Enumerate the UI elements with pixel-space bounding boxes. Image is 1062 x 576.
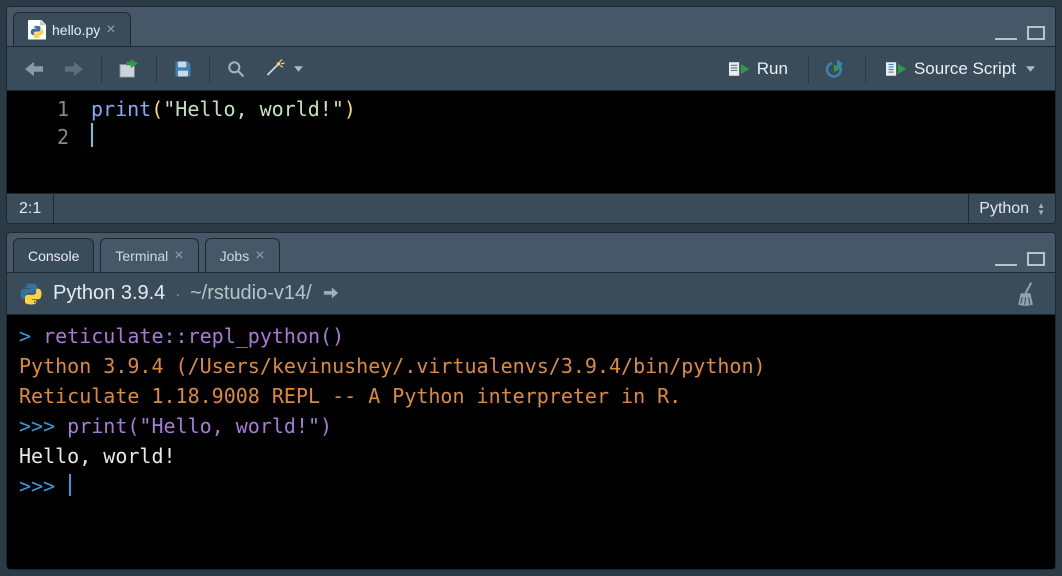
tab-terminal-label: Terminal (115, 248, 168, 264)
code-line[interactable] (91, 123, 1055, 151)
editor-tabstrip: hello.py × (7, 7, 1055, 47)
python-file-icon (28, 20, 46, 40)
close-icon[interactable]: × (255, 248, 264, 264)
tab-terminal[interactable]: Terminal × (100, 238, 198, 272)
maximize-panel-icon[interactable] (1027, 26, 1045, 40)
tab-jobs-label: Jobs (220, 248, 250, 264)
code-editor[interactable]: 12 print("Hello, world!") (7, 91, 1055, 193)
editor-statusbar: 2:1 Python ▲▼ (7, 193, 1055, 223)
console-panel: Console Terminal × Jobs × Python 3.9.4 ·… (6, 232, 1056, 570)
console-header: Python 3.9.4 · ~/rstudio-v14/ (7, 273, 1055, 315)
run-label: Run (757, 59, 788, 79)
chevron-down-icon (294, 66, 303, 72)
panel-window-controls (995, 26, 1045, 40)
code-area[interactable]: print("Hello, world!") (85, 91, 1055, 193)
source-panel: hello.py × (6, 6, 1056, 224)
clear-console-icon[interactable] (1015, 281, 1041, 310)
console-line: Hello, world! (19, 441, 1043, 471)
console-line: > reticulate::repl_python() (19, 321, 1043, 351)
console-output[interactable]: > reticulate::repl_python()Python 3.9.4 … (7, 315, 1055, 569)
code-tools-button[interactable] (258, 54, 309, 84)
chevron-down-icon (1026, 66, 1035, 72)
console-line: Reticulate 1.18.9008 REPL -- A Python in… (19, 381, 1043, 411)
close-icon[interactable]: × (174, 248, 183, 264)
minimize-panel-icon[interactable] (995, 32, 1017, 40)
language-label: Python (979, 200, 1029, 218)
console-line: >>> (19, 471, 1043, 501)
line-gutter: 12 (7, 91, 85, 193)
code-line[interactable]: print("Hello, world!") (91, 95, 1055, 123)
source-script-button[interactable]: Source Script (876, 54, 1045, 84)
tab-console[interactable]: Console (13, 238, 94, 272)
console-line: Python 3.9.4 (/Users/kevinushey/.virtual… (19, 351, 1043, 381)
separator-dot: · (175, 286, 180, 302)
source-script-label: Source Script (914, 59, 1016, 79)
popout-icon[interactable] (322, 284, 340, 303)
tab-jobs[interactable]: Jobs × (205, 238, 280, 272)
minimize-panel-icon[interactable] (995, 258, 1017, 266)
maximize-panel-icon[interactable] (1027, 252, 1045, 266)
console-line: >>> print("Hello, world!") (19, 411, 1043, 441)
cursor-position: 2:1 (7, 194, 54, 223)
find-button[interactable] (220, 54, 252, 84)
nav-forward-button[interactable] (57, 54, 91, 84)
panel-window-controls (995, 252, 1045, 266)
nav-back-button[interactable] (17, 54, 51, 84)
console-tabstrip: Console Terminal × Jobs × (7, 233, 1055, 273)
updown-icon: ▲▼ (1037, 202, 1045, 216)
editor-toolbar: Run Source Script (7, 47, 1055, 91)
editor-tab-label: hello.py (52, 22, 100, 38)
run-button[interactable]: Run (719, 54, 798, 84)
console-title: Python 3.9.4 (53, 282, 165, 305)
tab-console-label: Console (28, 248, 79, 264)
language-selector[interactable]: Python ▲▼ (968, 194, 1055, 223)
save-button[interactable] (167, 54, 199, 84)
close-icon[interactable]: × (106, 22, 115, 38)
rerun-button[interactable] (819, 54, 855, 84)
editor-tab-hello[interactable]: hello.py × (13, 12, 131, 46)
show-in-new-window-button[interactable] (112, 54, 146, 84)
python-logo-icon (19, 282, 43, 306)
console-path: ~/rstudio-v14/ (190, 282, 312, 305)
